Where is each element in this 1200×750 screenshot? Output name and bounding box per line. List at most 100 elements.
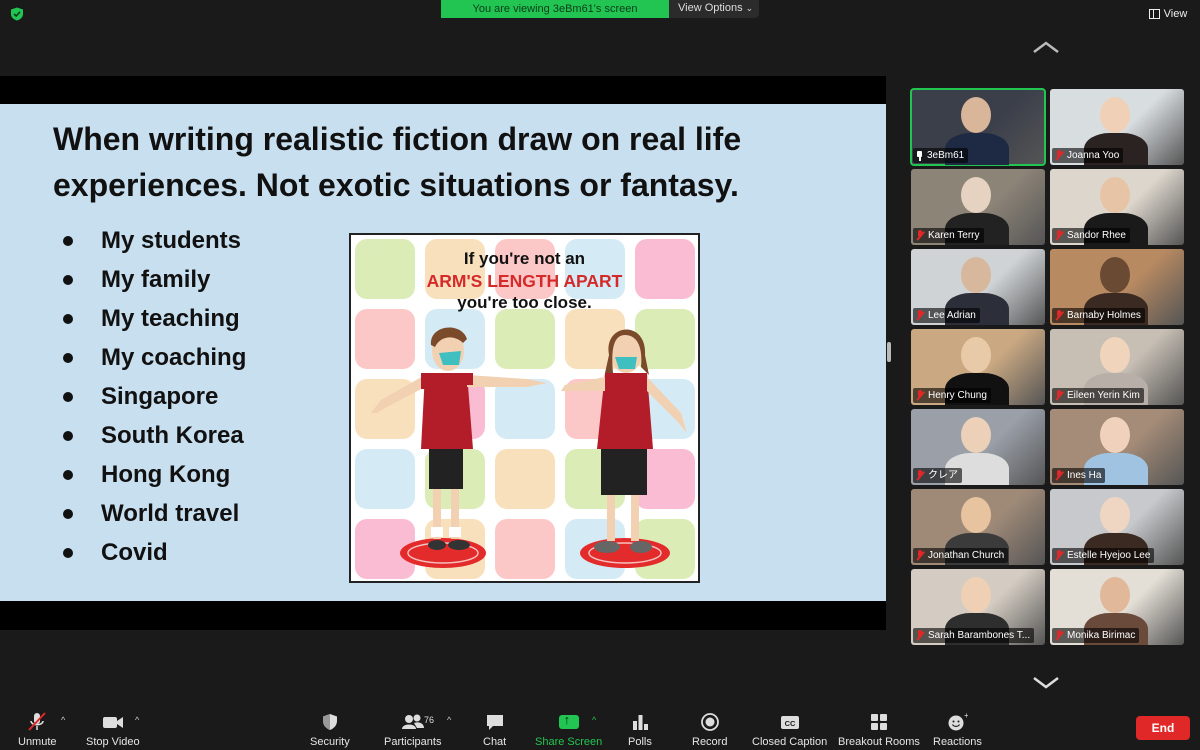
- end-meeting-button[interactable]: End: [1136, 716, 1190, 740]
- microphone-muted-icon: [915, 550, 925, 561]
- reactions-smiley-icon: +: [948, 712, 968, 731]
- microphone-muted-icon: [1054, 230, 1064, 241]
- participant-tile[interactable]: Estelle Hyejoo Lee: [1050, 489, 1184, 565]
- participant-tile[interactable]: Joanna Yoo: [1050, 89, 1184, 165]
- list-item: My students: [60, 221, 246, 260]
- participant-name-tag: 3eBm61: [913, 148, 969, 163]
- polls-button[interactable]: Polls: [628, 712, 652, 748]
- list-item: World travel: [60, 494, 246, 533]
- poster-text-line1: If you're not an: [463, 249, 586, 268]
- bullet-icon: [63, 469, 73, 480]
- zoom-meeting-window: You are viewing 3eBm61's screen View Opt…: [0, 0, 1200, 750]
- reactions-button[interactable]: + Reactions: [933, 712, 982, 748]
- unmute-label: Unmute: [18, 736, 57, 748]
- participant-tile[interactable]: Lee Adrian: [911, 249, 1045, 325]
- poster-text-line3: you're too close.: [457, 293, 592, 312]
- share-screen-icon: [558, 712, 579, 729]
- bullet-text: Hong Kong: [101, 460, 231, 488]
- closed-caption-button[interactable]: CC Closed Caption: [752, 712, 827, 748]
- microphone-muted-icon: [1054, 550, 1064, 561]
- list-item: My family: [60, 260, 246, 299]
- participant-tile[interactable]: Monika Birimac: [1050, 569, 1184, 645]
- participant-name-tag: Jonathan Church: [913, 548, 1009, 563]
- record-label: Record: [692, 736, 728, 748]
- microphone-muted-icon: [915, 470, 925, 481]
- participant-video-face: [1100, 497, 1130, 533]
- chevron-down-icon[interactable]: [1031, 676, 1061, 690]
- participant-tile[interactable]: Sandor Rhee: [1050, 169, 1184, 245]
- meeting-toolbar: Unmute ^ Stop Video ^ Security Participa…: [0, 706, 1200, 750]
- svg-text:CC: CC: [784, 719, 795, 728]
- polls-label: Polls: [628, 736, 652, 748]
- microphone-muted-icon: [915, 230, 925, 241]
- participant-video-face: [1100, 97, 1130, 133]
- participant-tile[interactable]: Jonathan Church: [911, 489, 1045, 565]
- participant-name: Karen Terry: [928, 230, 980, 241]
- view-button-label: View: [1163, 8, 1188, 20]
- participant-name: Ines Ha: [1067, 470, 1102, 481]
- bullet-text: My family: [101, 265, 211, 293]
- chat-button[interactable]: Chat: [483, 712, 506, 748]
- participant-tile[interactable]: Barnaby Holmes: [1050, 249, 1184, 325]
- participant-tile[interactable]: Eileen Yerin Kim: [1050, 329, 1184, 405]
- participant-name-tag: Estelle Hyejoo Lee: [1052, 548, 1155, 563]
- closed-caption-icon: CC: [780, 716, 799, 729]
- chevron-up-icon[interactable]: [1031, 40, 1061, 54]
- bullet-text: My students: [101, 226, 242, 254]
- view-options-dropdown[interactable]: View Options ⌄: [669, 0, 759, 18]
- participant-name: 3eBm61: [927, 150, 965, 161]
- bullet-text: South Korea: [101, 421, 244, 449]
- bullet-icon: [63, 274, 73, 285]
- panel-resize-handle[interactable]: [887, 342, 891, 362]
- polls-bar-chart-icon: [632, 715, 648, 730]
- bullet-text: My coaching: [101, 343, 247, 371]
- chevron-down-icon: ⌄: [745, 3, 754, 13]
- participant-video-face: [1100, 417, 1130, 453]
- security-button[interactable]: Security: [310, 712, 350, 748]
- breakout-rooms-label: Breakout Rooms: [838, 736, 920, 748]
- breakout-rooms-grid-icon: [870, 714, 887, 730]
- participant-name-tag: Lee Adrian: [913, 308, 980, 323]
- view-button[interactable]: View: [1144, 5, 1192, 23]
- participant-tile[interactable]: Sarah Barambones T...: [911, 569, 1045, 645]
- participant-tile[interactable]: Karen Terry: [911, 169, 1045, 245]
- share-options-caret-icon[interactable]: ^: [592, 715, 596, 725]
- participant-tile[interactable]: クレア: [911, 409, 1045, 485]
- microphone-muted-icon: [28, 712, 46, 731]
- participant-name-tag: Barnaby Holmes: [1052, 308, 1145, 323]
- microphone-muted-icon: [915, 310, 925, 321]
- stop-video-button[interactable]: Stop Video: [86, 712, 140, 748]
- record-button[interactable]: Record: [692, 712, 727, 748]
- participant-tile[interactable]: 3eBm61: [910, 88, 1046, 166]
- bullet-text: Covid: [101, 538, 168, 566]
- list-item: My teaching: [60, 299, 246, 338]
- slide-bullet-list: My students My family My teaching My coa…: [60, 221, 246, 572]
- participant-tile[interactable]: Ines Ha: [1050, 409, 1184, 485]
- security-shield-icon: [322, 714, 337, 730]
- video-options-caret-icon[interactable]: ^: [135, 715, 139, 725]
- participant-name: Sandor Rhee: [1067, 230, 1126, 241]
- audio-options-caret-icon[interactable]: ^: [61, 715, 65, 725]
- participants-options-caret-icon[interactable]: ^: [447, 715, 451, 725]
- list-item: Hong Kong: [60, 455, 246, 494]
- security-shield-icon[interactable]: [10, 7, 24, 21]
- participant-name-tag: Sandor Rhee: [1052, 228, 1130, 243]
- microphone-muted-icon: [1054, 390, 1064, 401]
- participants-icon: [401, 714, 424, 729]
- participant-name: Jonathan Church: [928, 550, 1005, 561]
- participant-name: クレア: [928, 470, 958, 481]
- participant-name: Estelle Hyejoo Lee: [1067, 550, 1151, 561]
- participant-name: Monika Birimac: [1067, 630, 1136, 641]
- microphone-muted-icon: [1054, 150, 1064, 161]
- bullet-icon: [63, 352, 73, 363]
- participant-tile[interactable]: Henry Chung: [911, 329, 1045, 405]
- unmute-button[interactable]: Unmute: [18, 712, 57, 748]
- view-options-label: View Options: [678, 2, 743, 14]
- participant-video-face: [1100, 577, 1130, 613]
- microphone-muted-icon: [915, 390, 925, 401]
- closed-caption-label: Closed Caption: [752, 736, 828, 748]
- social-distancing-poster: If you're not an ARM'S LENGTH APART you'…: [349, 233, 700, 583]
- stop-video-label: Stop Video: [86, 736, 140, 748]
- breakout-rooms-button[interactable]: Breakout Rooms: [838, 712, 920, 748]
- bullet-icon: [63, 391, 73, 402]
